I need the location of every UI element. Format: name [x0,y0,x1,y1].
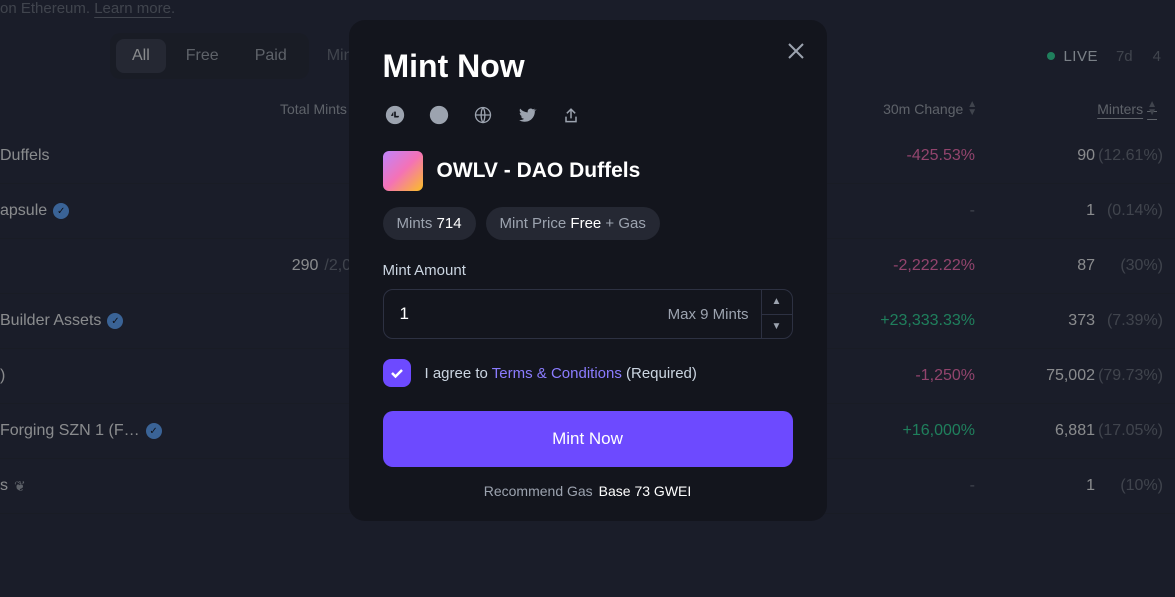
amount-label: Mint Amount [383,262,793,279]
stepper-up[interactable]: ▲ [762,290,792,315]
max-hint: Max 9 Mints [668,306,749,323]
looksrare-icon[interactable] [427,103,451,127]
close-button[interactable] [787,40,805,66]
terms-link[interactable]: Terms & Conditions [492,365,622,382]
twitter-icon[interactable] [515,103,539,127]
social-links [383,103,793,127]
chevron-down-icon: ▼ [772,321,782,332]
website-icon[interactable] [471,103,495,127]
amount-input-wrap: Max 9 Mints ▲ ▼ [383,289,793,339]
agree-text: I agree to Terms & Conditions (Required) [425,365,697,382]
agree-checkbox[interactable] [383,359,411,387]
share-icon[interactable] [559,103,583,127]
stepper-down[interactable]: ▼ [762,315,792,339]
chevron-up-icon: ▲ [772,296,782,307]
collection-thumbnail [383,151,423,191]
gas-recommendation: Recommend GasBase 73 GWEI [383,483,793,499]
quantity-stepper: ▲ ▼ [761,290,792,338]
modal-overlay: Mint Now OWLV - DAO Duffels Mints 714 Mi… [0,0,1175,597]
amount-input[interactable] [400,304,668,324]
modal-title: Mint Now [383,48,793,85]
mint-modal: Mint Now OWLV - DAO Duffels Mints 714 Mi… [349,20,827,521]
close-icon [787,42,805,60]
mints-stat: Mints 714 [383,207,476,240]
mint-now-button[interactable]: Mint Now [383,411,793,467]
check-icon [389,365,405,381]
price-stat: Mint Price Free + Gas [486,207,660,240]
opensea-icon[interactable] [383,103,407,127]
collection-name: OWLV - DAO Duffels [437,159,641,183]
